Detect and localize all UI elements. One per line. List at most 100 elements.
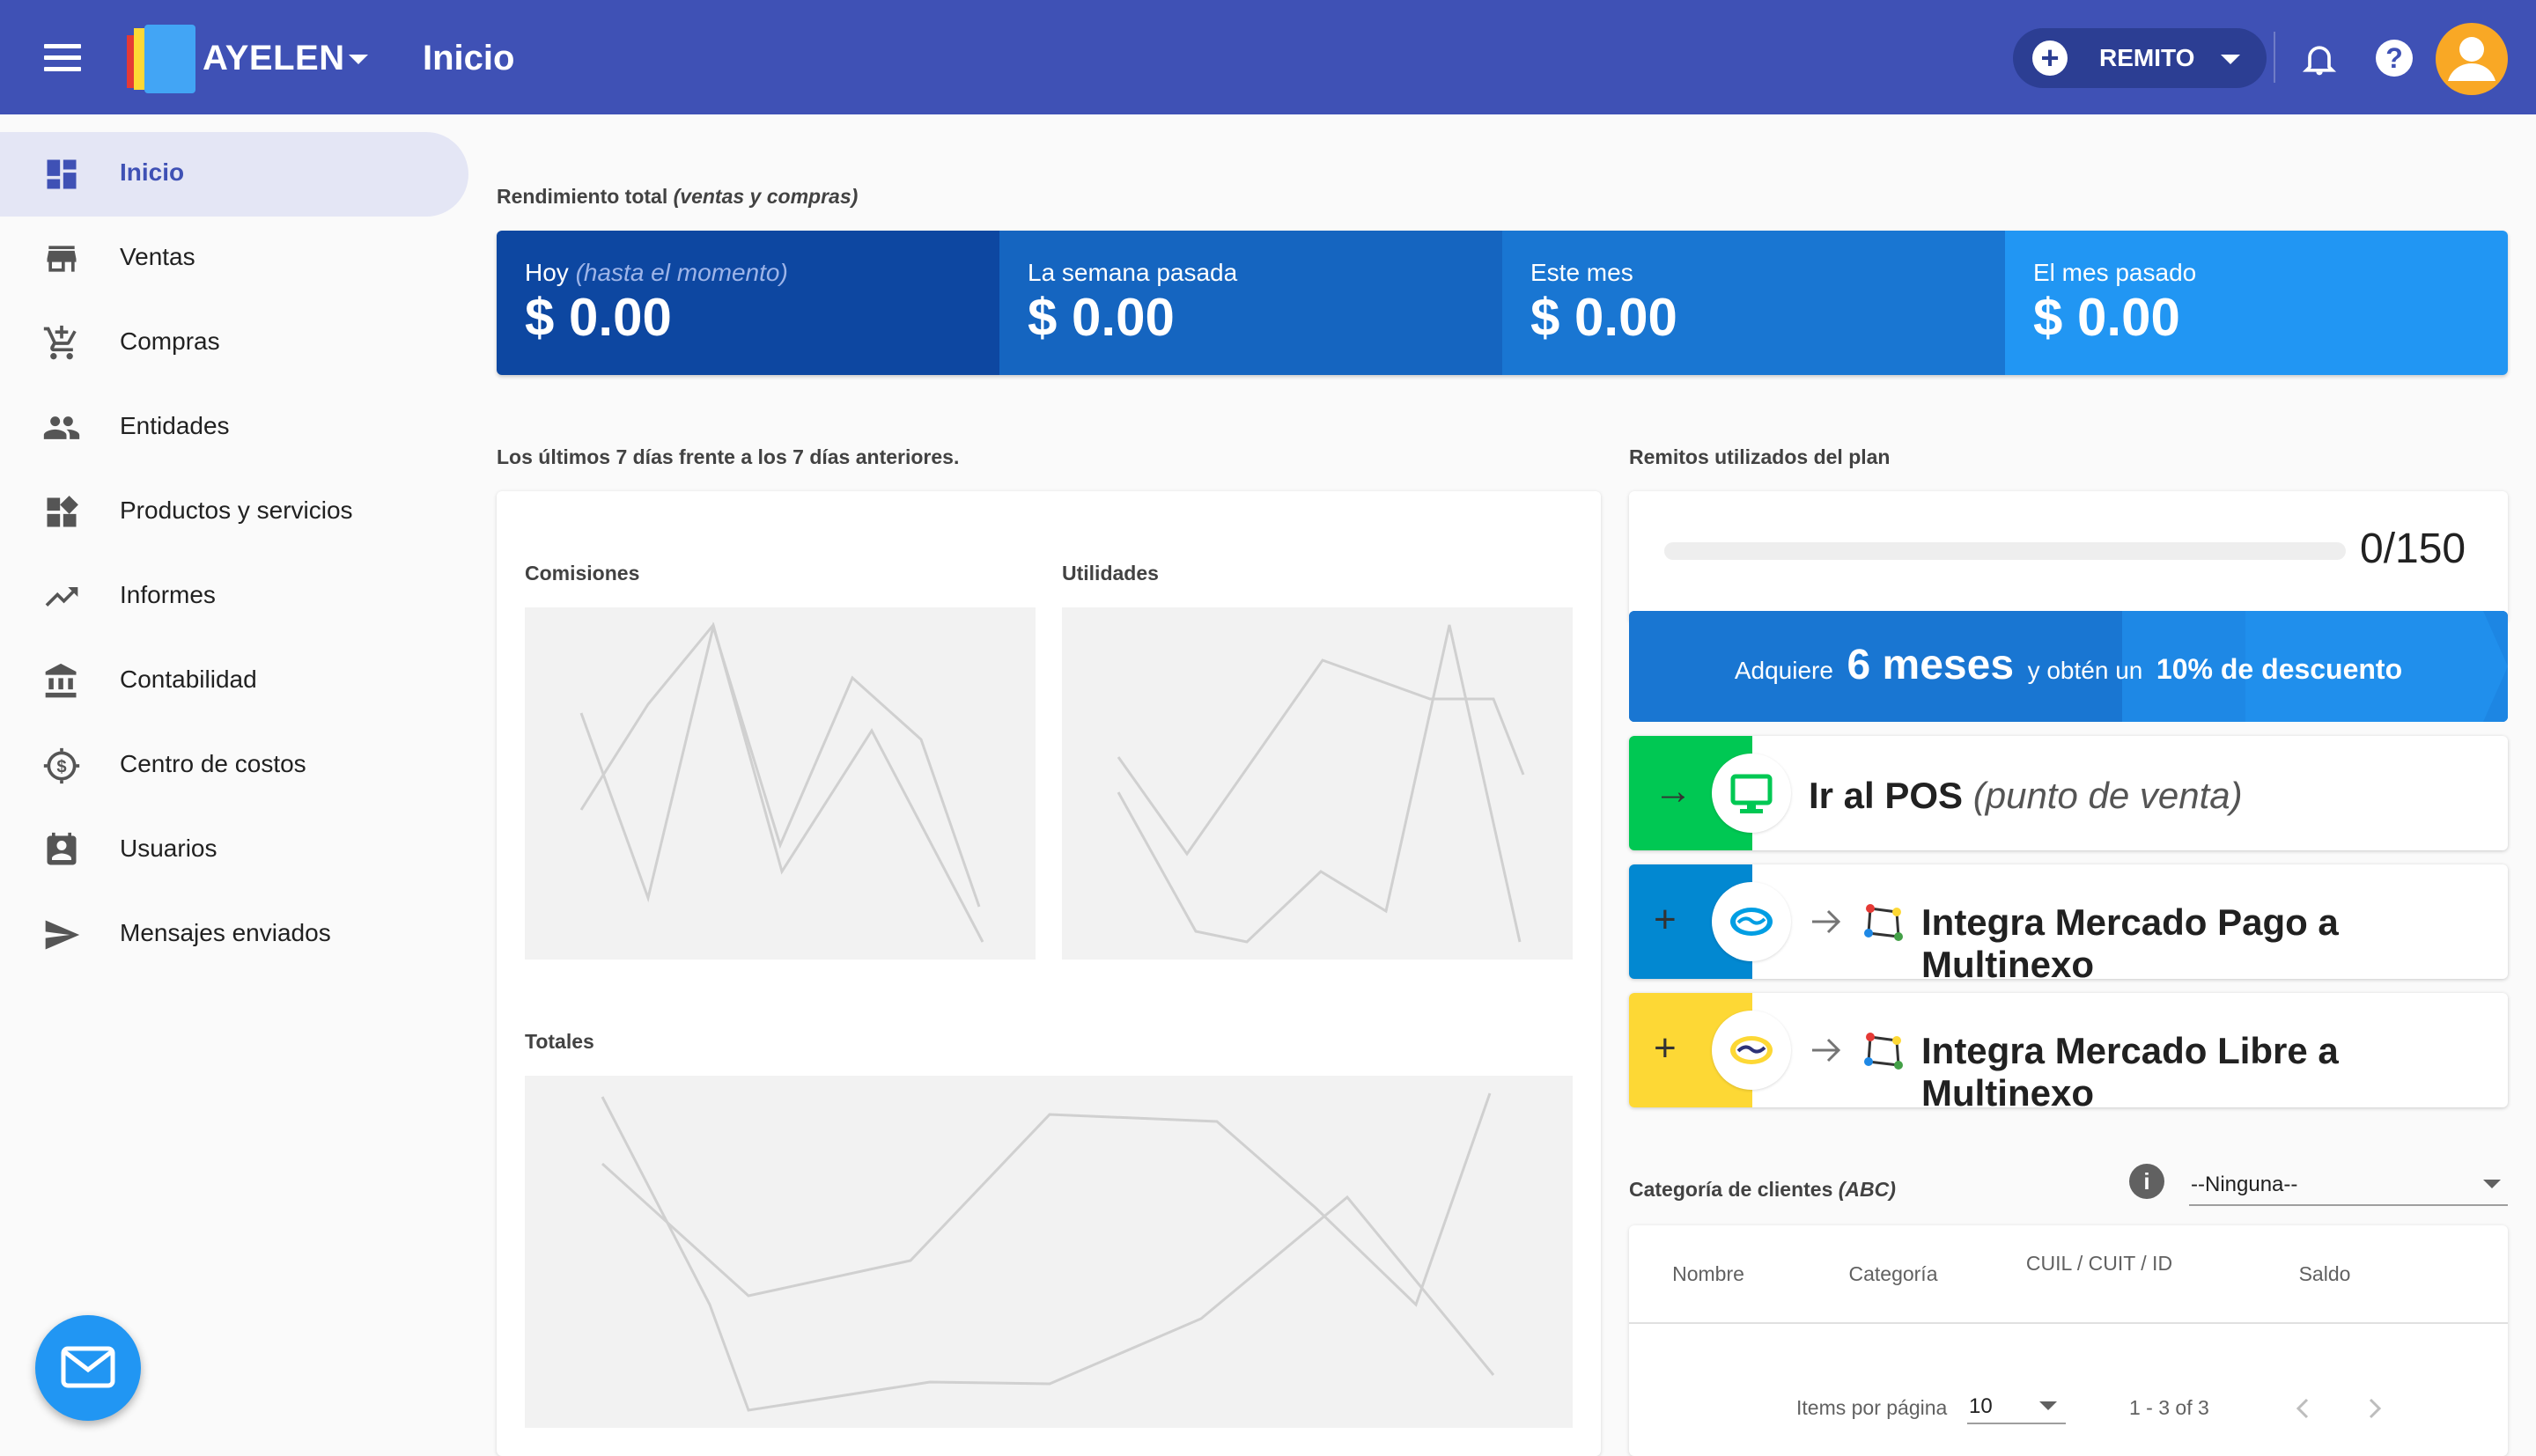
plan-usage-count: 0/150 — [2360, 526, 2466, 572]
send-icon — [45, 920, 80, 950]
chevron-down-icon — [2221, 55, 2240, 64]
divider — [2274, 32, 2275, 83]
placeholder-lines — [579, 621, 984, 943]
cost-center-icon: $ — [43, 747, 80, 784]
action-title: Integra Mercado Libre a Multinexo — [1921, 1030, 2339, 1107]
kpi-this-month: Este mes $ 0.00 — [1502, 231, 2005, 375]
sidebar-item-label: Productos y servicios — [120, 496, 353, 524]
svg-text:$: $ — [56, 757, 66, 776]
commissions-chart-placeholder — [525, 607, 1036, 960]
plan-usage-progress — [1664, 542, 2346, 560]
widgets-icon — [47, 496, 78, 527]
sidebar-item-contabilidad[interactable]: Contabilidad — [0, 639, 468, 724]
promo-text: Adquiere 6 meses y obtén un 10% de descu… — [1734, 642, 2403, 688]
arrow-right-icon: → — [1654, 769, 1692, 813]
sidebar-item-label: Centro de costos — [120, 750, 306, 777]
mail-icon — [61, 1346, 115, 1388]
arrow-right-icon — [1812, 1038, 1841, 1063]
monitor-icon — [1712, 754, 1791, 833]
sidebar-item-usuarios[interactable]: Usuarios — [0, 808, 468, 893]
next-page-icon[interactable] — [2356, 1391, 2392, 1426]
sidebar-item-label: Inicio — [120, 158, 185, 186]
sidebar-item-label: Ventas — [120, 243, 195, 270]
column-header-saldo[interactable]: Saldo — [2263, 1262, 2386, 1286]
kpi-last-week: La semana pasada $ 0.00 — [999, 231, 1502, 375]
column-header-categoria[interactable]: Categoría — [1832, 1262, 1955, 1286]
sidebar-item-label: Entidades — [120, 412, 230, 439]
plus-icon: + — [1654, 1026, 1677, 1070]
messages-fab-button[interactable] — [35, 1315, 141, 1421]
kpi-value: $ 0.00 — [1028, 288, 1175, 347]
store-icon — [47, 246, 77, 272]
integrate-mercado-libre-button[interactable]: + Integra Mercado Libre a Multinexo — [1629, 993, 2508, 1107]
sidebar-item-label: Contabilidad — [120, 665, 257, 693]
multinexo-logo-icon — [1864, 1033, 1903, 1070]
sidebar-item-label: Informes — [120, 581, 216, 608]
placeholder-lines — [1117, 624, 1525, 944]
performance-label: Rendimiento total (ventas y compras) — [497, 185, 859, 208]
plus-icon: + — [1654, 898, 1677, 941]
user-avatar-icon[interactable] — [2436, 23, 2508, 95]
sidebar-item-productos-y-servicios[interactable]: Productos y servicios — [0, 470, 468, 555]
profits-chart-title: Utilidades — [1062, 562, 1159, 585]
multinexo-logo-icon — [1864, 904, 1903, 941]
bell-icon[interactable] — [2300, 39, 2339, 79]
integrate-mercado-pago-button[interactable]: + Integra Mercado Pago a Multinexo — [1629, 864, 2508, 979]
action-title: Ir al POS (punto de venta) — [1809, 775, 2243, 816]
page-title: Inicio — [423, 39, 515, 77]
company-logo — [127, 25, 195, 93]
action-title: Integra Mercado Pago a Multinexo — [1921, 901, 2339, 979]
sidebar-item-entidades[interactable]: Entidades — [0, 386, 468, 470]
user-badge-icon — [47, 832, 77, 865]
totals-chart-placeholder — [525, 1076, 1573, 1428]
comparison-label: Los últimos 7 días frente a los 7 días a… — [497, 445, 960, 468]
menu-icon[interactable] — [44, 44, 81, 72]
chevron-down-icon[interactable] — [349, 55, 368, 64]
client-category-select[interactable]: --Ninguna-- — [2189, 1167, 2508, 1206]
kpi-value: $ 0.00 — [2033, 288, 2180, 347]
sidebar-item-ventas[interactable]: Ventas — [0, 217, 468, 301]
bank-icon — [45, 663, 77, 698]
mercado-libre-icon — [1712, 1011, 1791, 1090]
profits-chart-placeholder — [1062, 607, 1573, 960]
sidebar-item-compras[interactable]: Compras — [0, 301, 468, 386]
column-header-cuil[interactable]: CUIL / CUIT / ID — [2020, 1250, 2178, 1276]
kpi-today: Hoy (hasta el momento) $ 0.00 — [497, 231, 999, 375]
sidebar-item-informes[interactable]: Informes — [0, 555, 468, 639]
totals-chart-title: Totales — [525, 1030, 594, 1053]
sidebar-item-centro-de-costos[interactable]: $ Centro de costos — [0, 724, 468, 808]
table-divider — [1629, 1322, 2508, 1324]
plan-usage-label: Remitos utilizados del plan — [1629, 445, 1891, 468]
placeholder-lines — [601, 1092, 1495, 1412]
column-header-nombre[interactable]: Nombre — [1647, 1262, 1770, 1286]
promo-banner[interactable]: Adquiere 6 meses y obtén un 10% de descu… — [1629, 611, 2508, 722]
mercado-pago-icon — [1712, 882, 1791, 961]
cart-add-icon — [43, 325, 77, 360]
sidebar: Inicio Ventas Compras Entidades Producto… — [0, 114, 476, 1456]
sidebar-item-label: Compras — [120, 327, 220, 355]
sidebar-item-label: Mensajes enviados — [120, 919, 331, 946]
sidebar-item-mensajes-enviados[interactable]: Mensajes enviados — [0, 893, 468, 977]
kpi-value: $ 0.00 — [525, 288, 672, 347]
kpi-value: $ 0.00 — [1530, 288, 1677, 347]
client-category-label: Categoría de clientes (ABC) — [1629, 1178, 1896, 1201]
add-circle-icon: + — [2032, 40, 2068, 76]
kpi-last-month: El mes pasado $ 0.00 — [2005, 231, 2508, 375]
items-per-page-select[interactable]: 10 — [1967, 1391, 2066, 1424]
remito-button-label: REMITO — [2099, 44, 2195, 71]
commissions-chart-title: Comisiones — [525, 562, 640, 585]
go-to-pos-button[interactable]: → Ir al POS (punto de venta) — [1629, 736, 2508, 850]
chevron-down-icon — [2483, 1180, 2501, 1188]
help-icon[interactable]: ? — [2376, 40, 2413, 77]
dashboard-icon — [47, 159, 77, 189]
people-icon — [43, 416, 80, 439]
info-icon[interactable]: i — [2129, 1164, 2164, 1199]
kpi-row: Hoy (hasta el momento) $ 0.00 La semana … — [497, 231, 2508, 375]
top-app-bar: AYELEN Inicio + REMITO ? — [0, 0, 2536, 114]
sidebar-item-inicio[interactable]: Inicio — [0, 132, 468, 217]
pagination-range: 1 - 3 of 3 — [2129, 1396, 2209, 1419]
company-selector[interactable]: AYELEN — [203, 39, 345, 78]
remito-button[interactable]: + REMITO — [2013, 28, 2267, 88]
items-per-page-label: Items por página — [1796, 1396, 1948, 1419]
previous-page-icon[interactable] — [2286, 1391, 2321, 1426]
